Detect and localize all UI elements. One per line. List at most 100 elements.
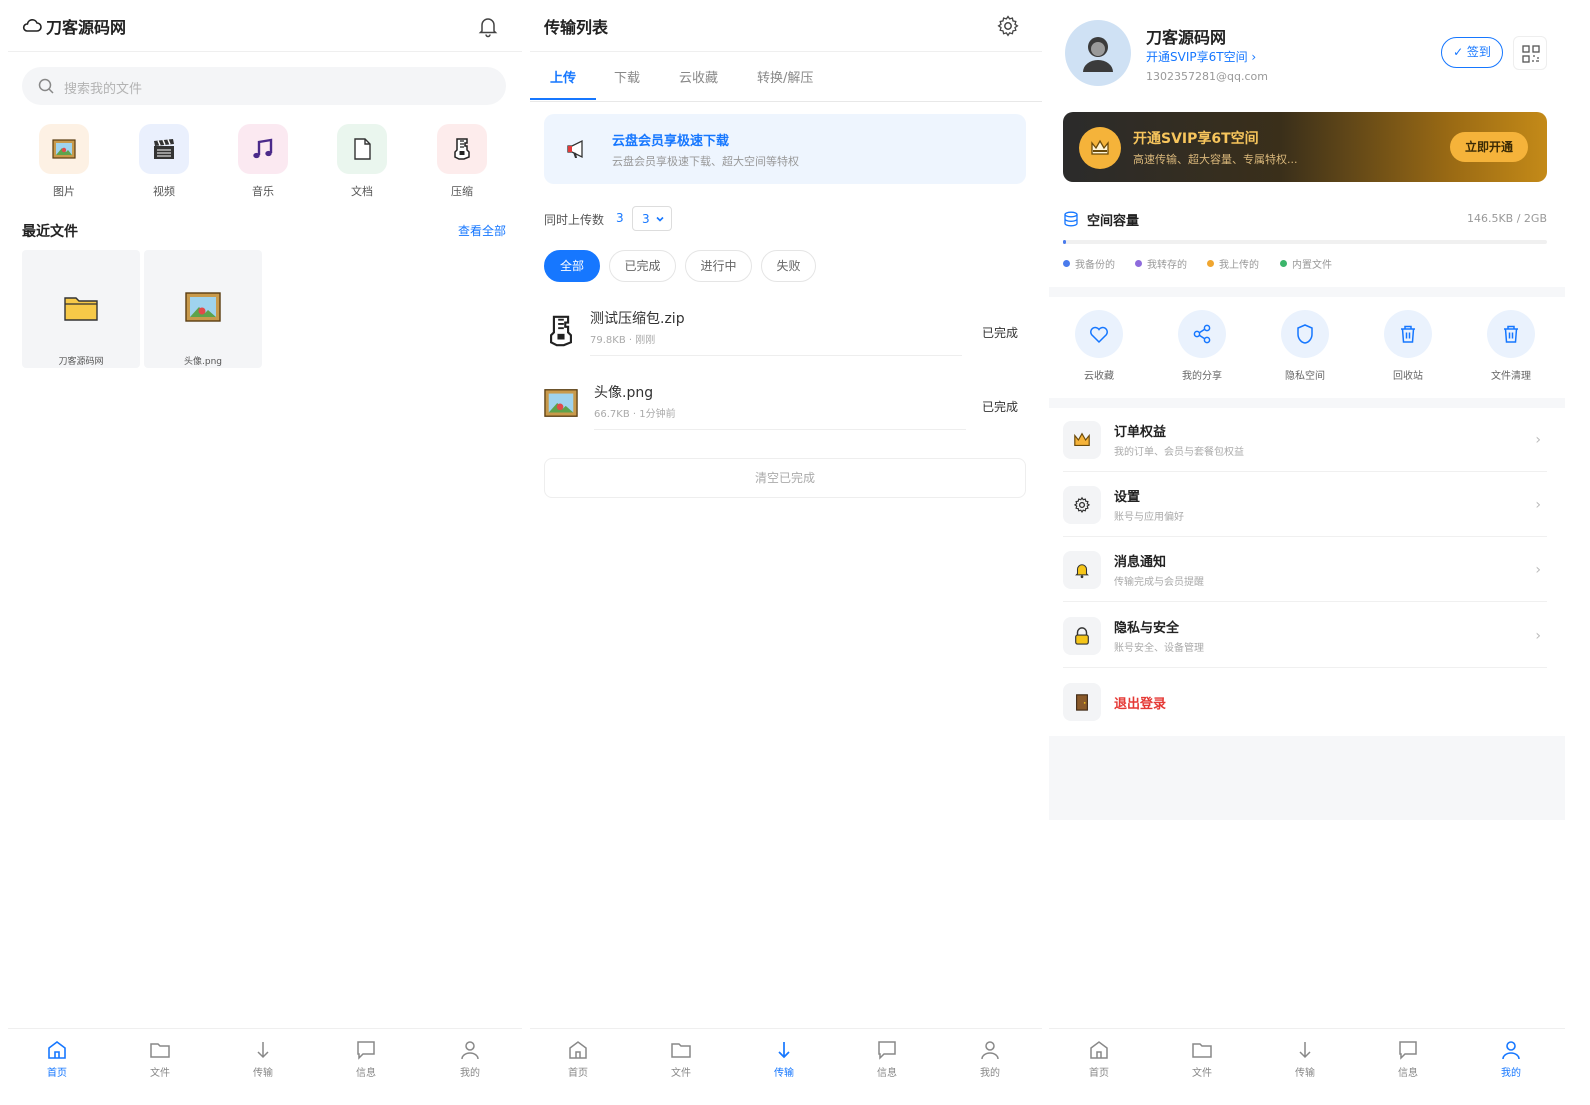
tab-profile[interactable]: 我的 — [965, 1039, 1015, 1079]
storage-progress-fill — [1063, 240, 1066, 244]
quick-private-space[interactable]: 隐私空间 — [1275, 310, 1335, 382]
storage-legend: 我备份的 我转存的 我上传的 内置文件 — [1063, 256, 1547, 272]
search-icon — [38, 78, 54, 94]
promo-subtitle: 云盘会员享极速下载、超大空间等特权 — [612, 155, 799, 168]
category-tile — [39, 124, 89, 174]
filter-completed[interactable]: 已完成 — [609, 250, 676, 282]
transfer-file-name: 测试压缩包.zip — [590, 311, 685, 327]
lock-icon — [1075, 627, 1089, 645]
concurrency-select[interactable]: 3 — [632, 206, 672, 231]
music-icon — [253, 138, 273, 159]
user-icon — [981, 1041, 999, 1060]
menu-item-privacy-security[interactable]: 隐私与安全 账号安全、设备管理 › — [1063, 604, 1547, 668]
tab-download[interactable]: 下载 — [614, 67, 640, 86]
category-tile — [337, 124, 387, 174]
folder-icon — [1192, 1043, 1212, 1058]
svip-banner[interactable]: 开通SVIP享6T空间 高速传输、超大容量、专属特权... 立即开通 — [1063, 112, 1547, 182]
shield-icon — [1297, 324, 1313, 344]
tab-home[interactable]: 首页 — [1074, 1039, 1124, 1079]
empty-area — [1049, 736, 1565, 820]
heart-icon — [1090, 326, 1108, 344]
recent-file-card[interactable]: 刀客源码网 — [22, 250, 140, 368]
chevron-right-icon: › — [1535, 562, 1541, 578]
category-music[interactable]: 音乐 — [237, 124, 289, 199]
folder-icon — [64, 297, 98, 321]
qr-scan-icon — [1522, 45, 1540, 63]
chevron-right-icon: › — [1535, 432, 1541, 448]
tab-profile[interactable]: 我的 — [445, 1039, 495, 1079]
quick-recycle-bin[interactable]: 回收站 — [1378, 310, 1438, 382]
tab-transfer[interactable]: 传输 — [759, 1039, 809, 1079]
trash-icon — [1401, 325, 1415, 343]
transfer-status: 已完成 — [981, 326, 1018, 340]
tab-profile[interactable]: 我的 — [1486, 1039, 1536, 1079]
quick-my-shares[interactable]: 我的分享 — [1172, 310, 1232, 382]
home-icon — [48, 1041, 66, 1059]
open-now-button[interactable]: 立即开通 — [1450, 132, 1528, 162]
tab-files[interactable]: 文件 — [135, 1039, 185, 1079]
gear-icon[interactable] — [996, 14, 1020, 38]
tab-messages[interactable]: 信息 — [1383, 1039, 1433, 1079]
tab-messages[interactable]: 信息 — [341, 1039, 391, 1079]
checkin-button[interactable]: ✓ 签到 — [1441, 37, 1503, 68]
tab-home[interactable]: 首页 — [32, 1039, 82, 1079]
image-icon — [544, 389, 578, 417]
profile-screen: 刀客源码网 开通SVIP享6T空间 › 1302357281@qq.com ✓ … — [1049, 0, 1565, 1105]
filter-in-progress[interactable]: 进行中 — [685, 250, 752, 282]
clapper-icon — [154, 139, 174, 159]
recent-file-card[interactable]: 头像.png — [144, 250, 262, 368]
chevron-right-icon: › — [1535, 497, 1541, 513]
view-all-link[interactable]: 查看全部 — [458, 222, 506, 239]
search-input[interactable]: 搜索我的文件 — [22, 67, 506, 105]
user-icon — [1502, 1041, 1520, 1060]
legend-item: 我上传的 — [1207, 256, 1259, 271]
avatar-icon — [1083, 37, 1113, 72]
download-arrow-icon — [1299, 1042, 1311, 1059]
transfer-file-name: 头像.png — [594, 385, 654, 401]
gear-icon — [1073, 496, 1091, 514]
concurrency-value: 3 — [616, 211, 624, 225]
category-documents[interactable]: 文档 — [336, 124, 388, 199]
tab-convert-extract[interactable]: 转换/解压 — [757, 67, 813, 86]
category-archives[interactable]: 压缩 — [436, 124, 488, 199]
banner-title: 开通SVIP享6T空间 — [1133, 131, 1259, 147]
banner-subtitle: 高速传输、超大容量、专属特权... — [1133, 153, 1298, 166]
tab-messages[interactable]: 信息 — [862, 1039, 912, 1079]
bell-icon[interactable] — [476, 14, 500, 38]
chevron-right-icon: › — [1535, 628, 1541, 644]
logout-button[interactable]: 退出登录 — [1063, 670, 1547, 734]
tab-home[interactable]: 首页 — [553, 1039, 603, 1079]
tab-files[interactable]: 文件 — [1177, 1039, 1227, 1079]
tab-files[interactable]: 文件 — [656, 1039, 706, 1079]
tab-transfer[interactable]: 传输 — [1280, 1039, 1330, 1079]
category-images[interactable]: 图片 — [38, 124, 90, 199]
category-tile — [238, 124, 288, 174]
member-promo-banner[interactable]: 云盘会员享极速下载 云盘会员享极速下载、超大空间等特权 — [544, 114, 1026, 184]
qr-scan-button[interactable] — [1513, 36, 1547, 70]
menu-item-notifications[interactable]: 消息通知 传输完成与会员提醒 › — [1063, 538, 1547, 602]
transfer-item[interactable]: 测试压缩包.zip 79.8KB · 刚刚 已完成 — [544, 300, 1026, 368]
avatar[interactable] — [1065, 20, 1131, 86]
bottom-tab-bar: 首页 文件 传输 信息 我的 — [8, 1028, 522, 1090]
page-title: 传输列表 — [544, 18, 609, 37]
menu-item-settings[interactable]: 设置 账号与应用偏好 › — [1063, 473, 1547, 537]
tab-transfer[interactable]: 传输 — [238, 1039, 288, 1079]
menu-item-orders[interactable]: 订单权益 我的订单、会员与套餐包权益 › — [1063, 408, 1547, 472]
category-videos[interactable]: 视频 — [138, 124, 190, 199]
open-svip-link[interactable]: 开通SVIP享6T空间 › — [1146, 48, 1256, 65]
promo-title: 云盘会员享极速下载 — [612, 134, 730, 149]
concurrency-label: 同时上传数 — [544, 213, 605, 227]
clear-completed-button[interactable]: 清空已完成 — [544, 458, 1026, 498]
legend-item: 我转存的 — [1135, 256, 1187, 271]
transfer-item[interactable]: 头像.png 66.7KB · 1分钟前 已完成 — [544, 374, 1026, 442]
tab-cloud-favorites[interactable]: 云收藏 — [679, 67, 718, 86]
quick-cloud-favorites[interactable]: 云收藏 — [1069, 310, 1129, 382]
filter-all[interactable]: 全部 — [544, 250, 600, 282]
tab-upload[interactable]: 上传 — [550, 67, 576, 86]
trash-icon — [1504, 325, 1518, 343]
download-arrow-icon — [257, 1042, 269, 1059]
section-divider — [1049, 287, 1565, 297]
filter-failed[interactable]: 失败 — [761, 250, 816, 282]
crown-icon — [1091, 139, 1109, 155]
quick-file-cleanup[interactable]: 文件清理 — [1481, 310, 1541, 382]
